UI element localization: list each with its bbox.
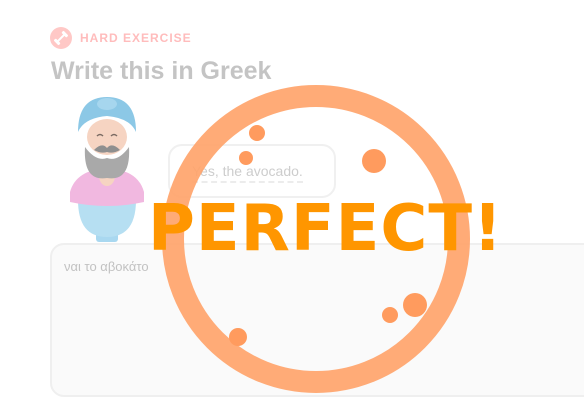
dumbbell-icon bbox=[50, 27, 72, 49]
page-title: Write this in Greek bbox=[51, 57, 272, 85]
exercise-type-label: HARD EXERCISE bbox=[80, 31, 192, 45]
answer-text: ναι το αβοκάτο bbox=[64, 259, 149, 274]
character-illustration bbox=[70, 97, 144, 242]
answer-textarea[interactable]: ναι το αβοκάτο bbox=[50, 243, 584, 397]
perfect-stamp: PERFECT! bbox=[148, 192, 504, 266]
speech-bubble: Yes, the avocado. bbox=[168, 144, 336, 198]
prompt-sentence[interactable]: Yes, the avocado. bbox=[192, 163, 303, 183]
